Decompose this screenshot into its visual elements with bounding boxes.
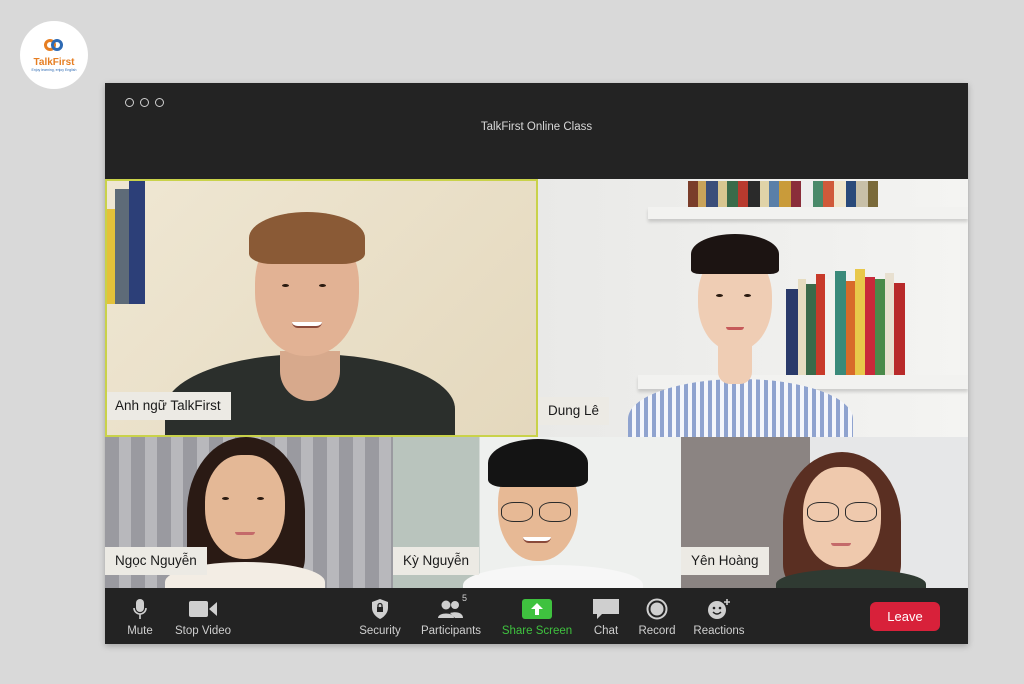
minimize-window-icon[interactable] <box>140 98 149 107</box>
share-screen-icon <box>522 597 552 621</box>
emoji-reaction-icon <box>707 597 731 621</box>
participant-name-label: Yên Hoàng <box>681 547 769 575</box>
share-screen-label: Share Screen <box>501 625 573 637</box>
bookshelf-decor <box>688 179 968 209</box>
share-screen-button[interactable]: Share Screen <box>501 588 573 644</box>
logo-brand: TalkFirst <box>33 56 75 68</box>
mute-label: Mute <box>127 625 153 637</box>
video-tile-host[interactable]: Anh ngữ TalkFirst <box>105 179 538 437</box>
participant-name-label: Anh ngữ TalkFirst <box>105 392 231 420</box>
participants-button[interactable]: 5 Participants <box>419 588 483 644</box>
reactions-label: Reactions <box>693 625 745 637</box>
video-camera-icon <box>188 597 218 621</box>
reactions-button[interactable]: Reactions <box>693 588 745 644</box>
stop-video-button[interactable]: Stop Video <box>173 588 233 644</box>
video-tile-participant[interactable]: Ngọc Nguyễn <box>105 437 393 588</box>
video-tile-participant[interactable]: Yên Hoàng <box>681 437 968 588</box>
shield-icon <box>371 597 389 621</box>
window-title: TalkFirst Online Class <box>480 121 593 133</box>
chat-label: Chat <box>593 625 619 637</box>
security-label: Security <box>359 625 401 637</box>
participant-name-label: Kỳ Nguyễn <box>393 547 480 575</box>
security-button[interactable]: Security <box>357 588 403 644</box>
record-button[interactable]: Record <box>637 588 677 644</box>
chat-button[interactable]: Chat <box>591 588 621 644</box>
mute-button[interactable]: Mute <box>123 588 157 644</box>
maximize-window-icon[interactable] <box>155 98 164 107</box>
bookshelf-decor <box>105 179 147 309</box>
video-tile-participant[interactable]: Kỳ Nguyễn <box>393 437 681 588</box>
shelf-decor <box>648 207 968 219</box>
participants-label: Participants <box>420 625 482 637</box>
meeting-window: TalkFirst Online Class Anh ngữ TalkFirst <box>105 83 968 644</box>
microphone-icon <box>132 597 148 621</box>
talkfirst-logo: TalkFirst Enjoy learning, enjoy English <box>20 21 88 89</box>
logo-tagline: Enjoy learning, enjoy English <box>31 67 77 72</box>
leave-button[interactable]: Leave <box>870 602 940 631</box>
participants-icon: 5 <box>437 593 467 621</box>
participants-count: 5 <box>462 593 468 603</box>
bookshelf-decor <box>786 264 966 379</box>
close-window-icon[interactable] <box>125 98 134 107</box>
title-bar: TalkFirst Online Class <box>105 83 968 179</box>
record-label: Record <box>638 625 676 637</box>
participant-name-label: Dung Lê <box>538 397 610 425</box>
chat-icon <box>592 597 620 621</box>
stop-video-label: Stop Video <box>174 625 232 637</box>
meeting-toolbar: Mute Stop Video Security 5 Participants <box>105 588 968 644</box>
participant-name-label: Ngọc Nguyễn <box>105 547 207 575</box>
record-icon <box>646 597 668 621</box>
video-tile-participant[interactable]: Dung Lê <box>538 179 968 437</box>
logo-mark-icon <box>44 38 64 55</box>
window-controls[interactable] <box>125 98 164 107</box>
